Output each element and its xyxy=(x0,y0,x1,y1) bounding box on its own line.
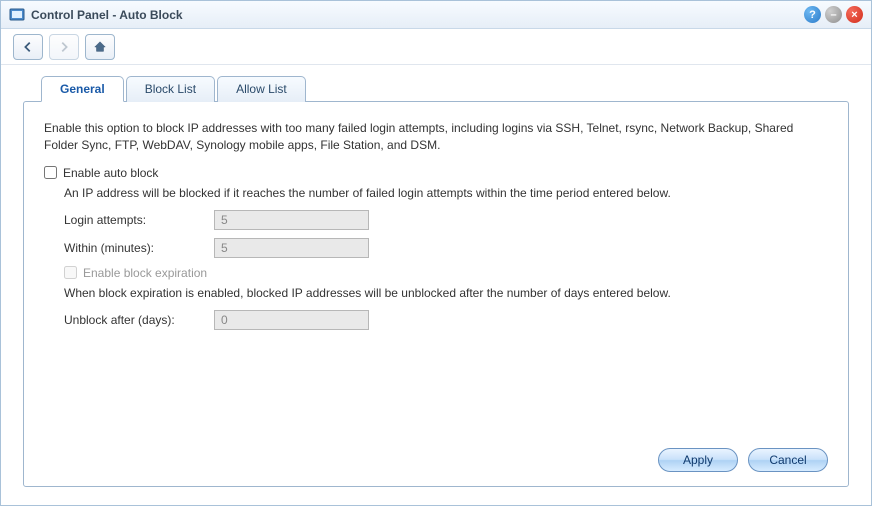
auto-block-settings: An IP address will be blocked if it reac… xyxy=(44,186,828,330)
cancel-button[interactable]: Cancel xyxy=(748,448,828,472)
arrow-right-icon xyxy=(57,40,71,54)
enable-auto-block-checkbox[interactable] xyxy=(44,166,57,179)
tab-general[interactable]: General xyxy=(41,76,124,102)
window-title: Control Panel - Auto Block xyxy=(31,8,804,22)
tabpanel-general: Enable this option to block IP addresses… xyxy=(23,101,849,487)
home-button[interactable] xyxy=(85,34,115,60)
forward-button[interactable] xyxy=(49,34,79,60)
enable-auto-block-label[interactable]: Enable auto block xyxy=(63,166,158,180)
titlebar-controls: ? – × xyxy=(804,6,863,23)
enable-auto-block-row: Enable auto block xyxy=(44,166,828,180)
within-minutes-label: Within (minutes): xyxy=(64,241,214,255)
apply-button[interactable]: Apply xyxy=(658,448,738,472)
login-attempts-label: Login attempts: xyxy=(64,213,214,227)
home-icon xyxy=(93,40,107,54)
enable-block-expiration-checkbox[interactable] xyxy=(64,266,77,279)
back-button[interactable] xyxy=(13,34,43,60)
help-button[interactable]: ? xyxy=(804,6,821,23)
block-condition-text: An IP address will be blocked if it reac… xyxy=(64,186,828,200)
titlebar: Control Panel - Auto Block ? – × xyxy=(1,1,871,29)
button-bar: Apply Cancel xyxy=(658,448,828,472)
enable-block-expiration-row: Enable block expiration xyxy=(64,266,828,280)
login-attempts-row: Login attempts: xyxy=(64,210,828,230)
nav-toolbar xyxy=(1,29,871,65)
within-minutes-input[interactable] xyxy=(214,238,369,258)
close-button[interactable]: × xyxy=(846,6,863,23)
tabs-container: General Block List Allow List Enable thi… xyxy=(23,75,849,487)
tabstrip: General Block List Allow List xyxy=(23,75,849,101)
tab-label: General xyxy=(60,82,105,96)
tab-allow-list[interactable]: Allow List xyxy=(217,76,306,102)
unblock-after-row: Unblock after (days): xyxy=(64,310,828,330)
login-attempts-input[interactable] xyxy=(214,210,369,230)
tab-block-list[interactable]: Block List xyxy=(126,76,215,102)
unblock-after-input[interactable] xyxy=(214,310,369,330)
minimize-button[interactable]: – xyxy=(825,6,842,23)
within-minutes-row: Within (minutes): xyxy=(64,238,828,258)
app-icon xyxy=(9,7,25,23)
content-area: General Block List Allow List Enable thi… xyxy=(1,65,871,505)
panel-description: Enable this option to block IP addresses… xyxy=(44,120,828,154)
arrow-left-icon xyxy=(21,40,35,54)
expiration-description: When block expiration is enabled, blocke… xyxy=(64,286,828,300)
unblock-after-label: Unblock after (days): xyxy=(64,313,214,327)
enable-block-expiration-label: Enable block expiration xyxy=(83,266,207,280)
tab-label: Allow List xyxy=(236,82,287,96)
tab-label: Block List xyxy=(145,82,196,96)
window-frame: Control Panel - Auto Block ? – × General… xyxy=(0,0,872,506)
